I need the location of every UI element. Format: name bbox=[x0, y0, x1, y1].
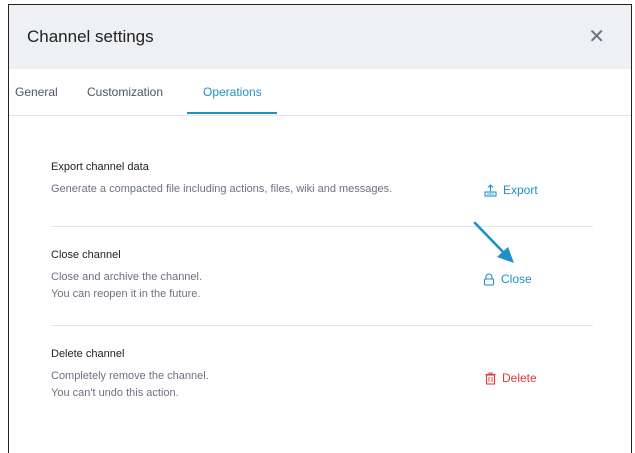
close-icon[interactable]: ✕ bbox=[588, 27, 605, 47]
export-button[interactable]: Export bbox=[484, 183, 538, 197]
delete-button[interactable]: Delete bbox=[485, 371, 537, 385]
export-icon bbox=[484, 183, 497, 197]
export-description: Generate a compacted file including acti… bbox=[51, 183, 393, 195]
close-description-line1: Close and archive the channel. bbox=[51, 271, 203, 283]
lock-icon bbox=[483, 273, 495, 286]
channel-settings-dialog: Channel settings ✕ General Customization… bbox=[8, 4, 632, 453]
close-button[interactable]: Close bbox=[483, 272, 532, 286]
active-tab-indicator bbox=[187, 112, 277, 114]
delete-description-line1: Completely remove the channel. bbox=[51, 370, 209, 382]
close-label: Close bbox=[501, 272, 532, 286]
delete-description-line2: You can't undo this action. bbox=[51, 387, 179, 399]
delete-title: Delete channel bbox=[51, 348, 125, 360]
trash-icon bbox=[485, 372, 496, 385]
tab-customization[interactable]: Customization bbox=[87, 69, 163, 115]
divider bbox=[51, 226, 593, 227]
close-description-line2: You can reopen it in the future. bbox=[51, 288, 201, 300]
dialog-title: Channel settings bbox=[27, 27, 154, 46]
tab-operations[interactable]: Operations bbox=[203, 69, 262, 115]
close-title: Close channel bbox=[51, 249, 121, 261]
divider bbox=[51, 325, 593, 326]
tab-general[interactable]: General bbox=[15, 69, 58, 115]
tab-bar: General Customization Operations bbox=[9, 69, 631, 116]
export-title: Export channel data bbox=[51, 161, 149, 173]
dialog-header: Channel settings ✕ bbox=[9, 5, 631, 69]
export-label: Export bbox=[503, 183, 538, 197]
delete-label: Delete bbox=[502, 371, 537, 385]
